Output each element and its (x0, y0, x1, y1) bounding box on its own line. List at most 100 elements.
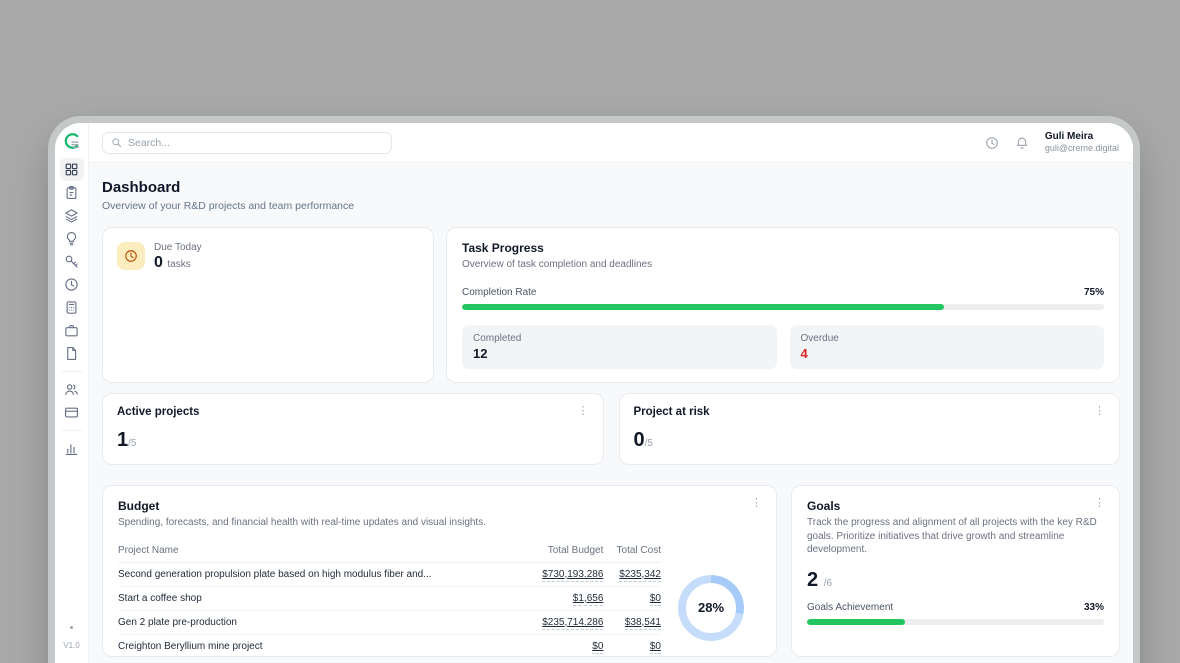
completed-value: 12 (473, 346, 766, 361)
sidebar-item-layers[interactable] (60, 204, 84, 227)
goals-achievement-percent: 33% (1084, 602, 1104, 613)
budget-card: Budget ⋮ Spending, forecasts, and financ… (102, 485, 777, 657)
table-row[interactable]: Start a coffee shop $1,656 $0 (118, 586, 661, 610)
project-name-cell: Creighton Beryllium mine project (118, 634, 524, 657)
document-icon (64, 346, 79, 361)
project-name-cell: Start a coffee shop (118, 586, 524, 610)
total-cost-value[interactable]: $235,342 (619, 569, 661, 582)
kebab-menu-icon[interactable]: ⋮ (1090, 404, 1109, 419)
sidebar-item-team[interactable] (60, 378, 84, 401)
search-input[interactable] (128, 137, 383, 149)
page-title: Dashboard (102, 179, 1120, 196)
sidebar-divider (62, 430, 82, 431)
goals-card: Goals ⋮ Track the progress and alignment… (791, 485, 1120, 657)
due-today-icon-box (117, 242, 145, 270)
idea-lightbulb-icon (64, 231, 79, 246)
calculator-icon (64, 300, 79, 315)
active-projects-total: /5 (128, 438, 136, 449)
sidebar-item-documents[interactable] (60, 342, 84, 365)
project-name-cell: Second generation propulsion plate based… (118, 562, 524, 586)
sidebar-item-analytics[interactable] (60, 437, 84, 460)
budget-header-row: Project Name Total Budget Total Cost (118, 540, 661, 563)
sidebar-item-ideas[interactable] (60, 227, 84, 250)
completed-label: Completed (473, 333, 766, 344)
main-area: Guli Meira guli@creme.digital Dashboard … (89, 123, 1133, 663)
history-clock-icon[interactable] (985, 136, 999, 150)
sidebar-item-portfolio[interactable] (60, 319, 84, 342)
collapse-dot-icon[interactable] (70, 626, 73, 629)
table-row[interactable]: Second generation propulsion plate based… (118, 562, 661, 586)
due-today-value: 0 tasks (154, 254, 202, 272)
column-project-name: Project Name (118, 540, 524, 563)
total-budget-value[interactable]: $0 (592, 641, 603, 654)
budget-title: Budget (118, 499, 761, 513)
user-email: guli@creme.digital (1045, 143, 1119, 154)
time-clock-icon (64, 277, 79, 292)
due-today-card: Due Today 0 tasks (102, 227, 434, 383)
total-cost-value[interactable]: $0 (650, 641, 661, 654)
project-at-risk-card: Project at risk ⋮ 0/5 (619, 393, 1121, 465)
table-row[interactable]: Creighton Beryllium mine project $0 $0 (118, 634, 661, 657)
table-row[interactable]: Gen 2 plate pre-production $235,714.286 … (118, 610, 661, 634)
project-at-risk-total: /5 (645, 438, 653, 449)
overdue-label: Overdue (801, 333, 1094, 344)
column-total-budget: Total Budget (524, 540, 603, 563)
goals-total: /6 (824, 578, 832, 589)
search-box[interactable] (102, 132, 392, 154)
active-projects-title: Active projects (117, 406, 589, 418)
total-budget-value[interactable]: $235,714.286 (542, 617, 603, 630)
due-today-unit: tasks (167, 259, 190, 270)
budget-donut-percent: 28% (686, 583, 736, 633)
goals-progress-bar (807, 619, 1104, 625)
goals-title: Goals (807, 499, 1104, 513)
completion-progress-bar (462, 304, 1104, 310)
billing-card-icon (64, 405, 79, 420)
total-budget-value[interactable]: $730,193.286 (542, 569, 603, 582)
app-version: V1.0 (55, 641, 88, 650)
completed-box: Completed 12 (462, 325, 777, 369)
app-window: V1.0 (55, 123, 1133, 663)
sidebar-divider (62, 371, 82, 372)
sidebar-item-resources[interactable] (60, 250, 84, 273)
sidebar-item-time[interactable] (60, 273, 84, 296)
dashboard-grid-icon (64, 162, 79, 177)
total-budget-value[interactable]: $1,656 (573, 593, 604, 606)
project-at-risk-value: 0/5 (634, 429, 1106, 452)
briefcase-icon (64, 323, 79, 338)
layers-icon (64, 208, 79, 223)
task-progress-title: Task Progress (462, 241, 1104, 255)
budget-subtitle: Spending, forecasts, and financial healt… (118, 516, 761, 530)
sidebar-item-tasks[interactable] (60, 181, 84, 204)
key-icon (64, 254, 79, 269)
completion-rate-percent: 75% (1084, 287, 1104, 298)
overdue-box: Overdue 4 (790, 325, 1105, 369)
column-total-cost: Total Cost (603, 540, 661, 563)
tasks-clipboard-icon (64, 185, 79, 200)
task-progress-subtitle: Overview of task completion and deadline… (462, 258, 1104, 272)
completion-rate-label: Completion Rate (462, 287, 536, 298)
sidebar-item-billing[interactable] (60, 401, 84, 424)
notifications-bell-icon[interactable] (1015, 136, 1029, 150)
sidebar-item-calculator[interactable] (60, 296, 84, 319)
analytics-chart-icon (64, 441, 79, 456)
user-menu[interactable]: Guli Meira guli@creme.digital (1045, 131, 1119, 155)
kebab-menu-icon[interactable]: ⋮ (1090, 496, 1109, 511)
budget-table: Project Name Total Budget Total Cost Sec… (118, 540, 661, 658)
user-name: Guli Meira (1045, 131, 1119, 144)
sidebar: V1.0 (55, 123, 89, 663)
kebab-menu-icon[interactable]: ⋮ (574, 404, 593, 419)
due-today-label: Due Today (154, 242, 202, 253)
active-projects-card: Active projects ⋮ 1/5 (102, 393, 604, 465)
overdue-value: 4 (801, 346, 1094, 361)
dashboard-content: Dashboard Overview of your R&D projects … (89, 163, 1133, 663)
goals-subtitle: Track the progress and alignment of all … (807, 516, 1104, 557)
total-cost-value[interactable]: $0 (650, 593, 661, 606)
project-at-risk-title: Project at risk (634, 406, 1106, 418)
search-icon (111, 137, 122, 148)
sidebar-item-dashboard[interactable] (60, 158, 84, 181)
topbar: Guli Meira guli@creme.digital (89, 123, 1133, 163)
project-name-cell: Gen 2 plate pre-production (118, 610, 524, 634)
total-cost-value[interactable]: $38,541 (625, 617, 661, 630)
sidebar-footer: V1.0 (55, 626, 88, 650)
kebab-menu-icon[interactable]: ⋮ (747, 496, 766, 511)
